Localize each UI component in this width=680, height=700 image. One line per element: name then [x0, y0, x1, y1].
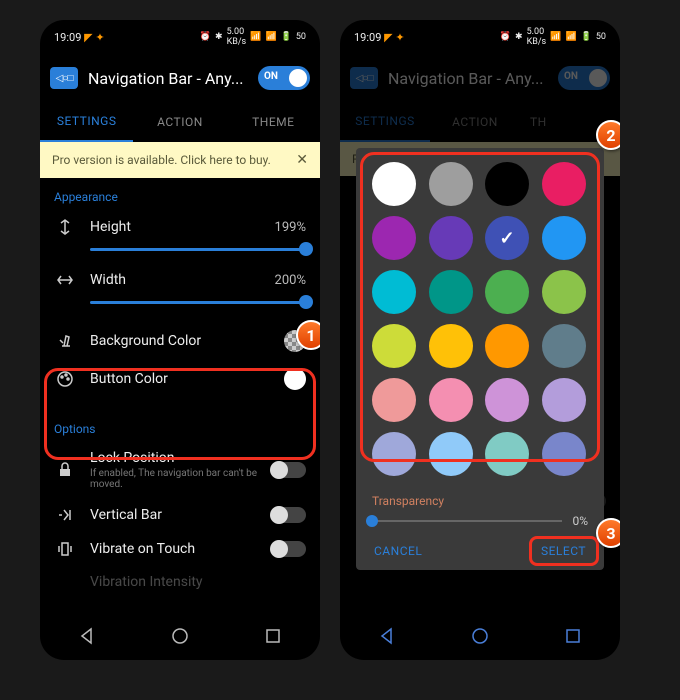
width-row[interactable]: Width 200%: [40, 263, 320, 297]
system-nav-bar: [340, 612, 620, 660]
height-value: 199%: [275, 220, 306, 235]
nav-back-icon[interactable]: [376, 625, 398, 647]
nav-recent-icon[interactable]: [562, 625, 584, 647]
vertical-icon: [54, 506, 76, 524]
height-row[interactable]: Height 199%: [40, 210, 320, 244]
color-picker-dialog: Transparency 0% CANCEL SELECT: [356, 148, 604, 570]
callout-2: 2: [596, 120, 620, 150]
tab-action[interactable]: ACTION: [133, 102, 226, 142]
battery-pct: 50: [296, 32, 306, 42]
slider-thumb[interactable]: [366, 515, 378, 527]
width-slider[interactable]: [90, 301, 306, 304]
tab-theme[interactable]: THEME: [227, 102, 320, 142]
transparency-label: Transparency: [372, 494, 588, 508]
width-icon: [54, 271, 76, 289]
lock-icon: [54, 461, 76, 479]
status-bar: 19:09 ◤ ✦ ⏰✱5.00KB/s 📶📶🔋 50: [340, 20, 620, 54]
phone-screenshot-2: 19:09 ◤ ✦ ⏰✱5.00KB/s 📶📶🔋 50 ◁○□ Navigati…: [340, 20, 620, 660]
cancel-button[interactable]: CANCEL: [374, 544, 422, 558]
callout-3: 3: [596, 518, 620, 548]
highlight-box-2: [360, 152, 600, 462]
transparency-section: Transparency 0%: [356, 484, 604, 534]
nav-home-icon[interactable]: [169, 625, 191, 647]
status-bar: 19:09 ◤ ✦ ⏰✱5.00KB/s 📶📶🔋 50: [40, 20, 320, 54]
vibrate-row[interactable]: Vibrate on Touch: [40, 532, 320, 566]
slider-thumb[interactable]: [299, 295, 313, 309]
background-color-row[interactable]: Background Color: [40, 322, 320, 360]
section-appearance: Appearance: [40, 178, 320, 210]
toggle-knob: [289, 69, 307, 87]
app-icon: ◁○□: [50, 67, 78, 89]
app-bar: ◁○□ Navigation Bar - Any... ON: [40, 54, 320, 102]
highlight-box-1: [44, 368, 316, 460]
height-icon: [54, 218, 76, 236]
nav-home-icon[interactable]: [469, 625, 491, 647]
app-icon: ◁○□: [350, 67, 378, 89]
nav-back-icon[interactable]: [76, 625, 98, 647]
tab-settings[interactable]: SETTINGS: [40, 102, 133, 142]
pro-banner[interactable]: Pro version is available. Click here to …: [40, 142, 320, 178]
system-nav-bar: [40, 612, 320, 660]
status-time: 19:09: [54, 31, 81, 44]
vertical-bar-row[interactable]: Vertical Bar: [40, 498, 320, 532]
vibrate-icon: [54, 540, 76, 558]
highlight-box-3: [529, 536, 599, 566]
status-time: 19:09: [354, 31, 381, 44]
vertical-switch[interactable]: [272, 507, 306, 523]
banner-close-icon[interactable]: ✕: [296, 152, 308, 168]
app-title: Navigation Bar - Any...: [88, 69, 248, 88]
slider-thumb[interactable]: [299, 242, 313, 256]
lock-switch[interactable]: [272, 462, 306, 478]
tabs: SETTINGS ACTION THEME: [40, 102, 320, 142]
app-bar: ◁○□ Navigation Bar - Any... ON: [340, 54, 620, 102]
phone-screenshot-1: 19:09 ◤ ✦ ⏰✱5.00KB/s 📶📶🔋 50 ◁○□ Navigati…: [40, 20, 320, 660]
nav-recent-icon[interactable]: [262, 625, 284, 647]
transparency-value: 0%: [572, 514, 588, 528]
vibration-intensity-row[interactable]: Vibration Intensity: [40, 566, 320, 598]
main-toggle: ON: [558, 66, 610, 90]
width-value: 200%: [275, 273, 306, 288]
callout-1: 1: [296, 320, 320, 350]
main-toggle[interactable]: ON: [258, 66, 310, 90]
vibrate-switch[interactable]: [272, 541, 306, 557]
banner-text: Pro version is available. Click here to …: [52, 153, 271, 167]
net-speed: 5.00KB/s: [227, 27, 247, 47]
height-slider[interactable]: [90, 248, 306, 251]
microscope-icon: [54, 332, 76, 350]
transparency-slider[interactable]: [372, 520, 562, 522]
